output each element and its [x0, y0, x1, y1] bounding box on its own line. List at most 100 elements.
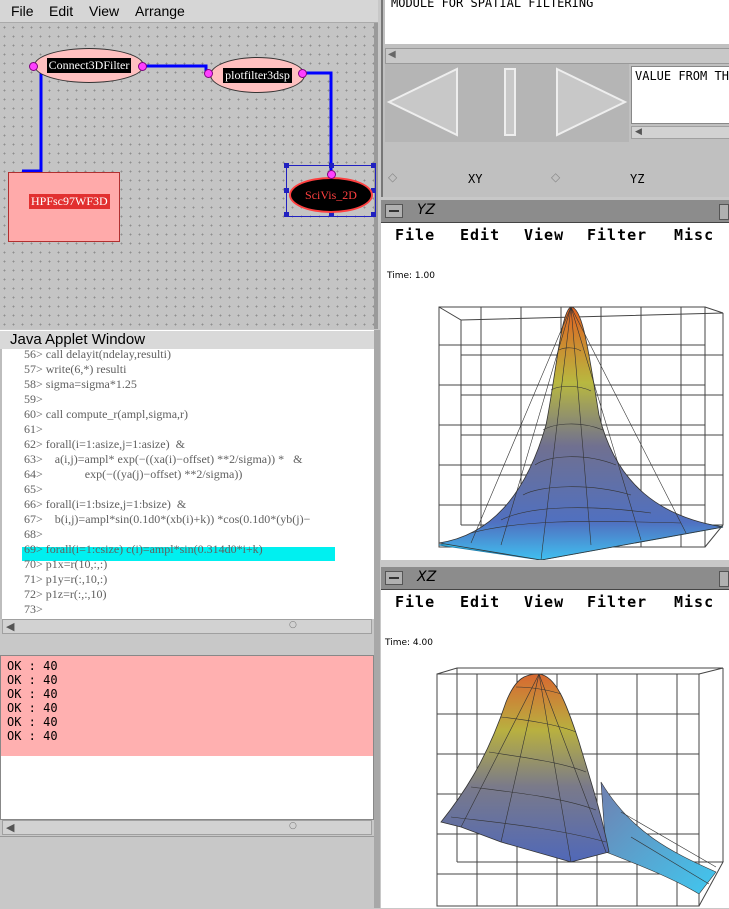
previous-arrow-icon[interactable]	[386, 67, 458, 137]
code-line: 60> call compute_r(ampl,sigma,r)	[24, 407, 189, 421]
value-field-text: VALUE FROM TH	[635, 69, 729, 83]
plot-yz-titlebar[interactable]: YZ	[381, 200, 729, 223]
connect3d-output-port[interactable]	[138, 62, 147, 71]
code-line: 57> write(6,*) resulti	[24, 362, 127, 376]
menu-file[interactable]: File	[11, 3, 34, 19]
scroll-left-icon[interactable]: ◀	[635, 127, 642, 137]
node-plotfilter3dsp-label: plotfilter3dsp	[223, 67, 292, 83]
surface-plot-yz[interactable]	[431, 295, 729, 560]
code-line: 70> p1x=r(10,:,:)	[24, 557, 108, 571]
plot-window-xz: XZ File Edit View Filter Misc Time: 4.00	[381, 567, 729, 908]
node-scivis-2d[interactable]: SciVis_2D	[289, 177, 373, 213]
log-line: OK : 40	[7, 729, 58, 743]
menu-edit[interactable]: Edit	[460, 226, 500, 244]
code-line: 61>	[24, 422, 43, 436]
menu-file[interactable]: File	[395, 593, 435, 611]
code-line: 67> b(i,j)=ampl*sin(0.1d0*(xb(i)+k)) *co…	[24, 512, 311, 526]
plot-window-yz: YZ File Edit View Filter Misc Time: 1.00	[381, 200, 729, 560]
menu-misc[interactable]: Misc	[674, 593, 714, 611]
node-connect3dfilter[interactable]: Connect3DFilter	[34, 48, 144, 83]
menu-filter[interactable]: Filter	[587, 593, 647, 611]
applet-window-title: Java Applet Window	[10, 331, 146, 348]
radio-xy-diamond-icon[interactable]: ◇	[388, 170, 397, 184]
plot-xz-title: XZ	[417, 569, 437, 585]
plotfilter-output-port[interactable]	[298, 69, 307, 78]
plot-xz-titlebar[interactable]: XZ	[381, 567, 729, 590]
minimize-button[interactable]	[385, 571, 403, 585]
code-line-highlighted: 69> forall(i=1:csize) c(i)=ampl*sin(0.31…	[24, 542, 263, 556]
selection-handle[interactable]	[329, 163, 334, 168]
radio-xy-label[interactable]: XY	[468, 172, 482, 186]
log-line: OK : 40	[7, 673, 58, 687]
radio-yz-label[interactable]: YZ	[630, 172, 644, 186]
code-line: 68>	[24, 527, 43, 541]
connection-plotfilter-scivis	[303, 71, 333, 173]
module-title-text: MODULE FOR SPATIAL FILTERING	[391, 0, 594, 10]
menu-arrange[interactable]: Arrange	[135, 3, 185, 19]
plot-xz-time-label: Time: 4.00	[385, 638, 433, 648]
module-title-field: MODULE FOR SPATIAL FILTERING	[385, 0, 729, 44]
menu-view[interactable]: View	[524, 593, 564, 611]
window-button[interactable]	[719, 571, 729, 587]
log-line: OK : 40	[7, 687, 58, 701]
navigation-controls	[385, 64, 629, 142]
pause-bar-icon[interactable]	[504, 68, 516, 136]
menu-misc[interactable]: Misc	[674, 226, 714, 244]
value-field[interactable]: VALUE FROM TH	[631, 66, 729, 124]
log-output[interactable]: OK : 40 OK : 40 OK : 40 OK : 40 OK : 40 …	[0, 655, 374, 820]
applet-bottom-area	[0, 836, 374, 909]
code-listing[interactable]: 56> call delayit(ndelay,resulti) 57> wri…	[0, 349, 376, 619]
next-arrow-icon[interactable]	[556, 67, 628, 137]
code-horizontal-scrollbar[interactable]: ◀ ○	[2, 619, 372, 634]
radio-yz-diamond-icon[interactable]: ◇	[551, 170, 560, 184]
code-line: 56> call delayit(ndelay,resulti)	[24, 349, 171, 361]
node-connect3dfilter-label: Connect3DFilter	[46, 58, 132, 73]
selection-handle[interactable]	[284, 212, 289, 217]
scroll-thumb-icon[interactable]: ○	[289, 821, 297, 831]
scroll-left-icon[interactable]: ◀	[6, 821, 14, 834]
code-line: 59>	[24, 392, 43, 406]
menu-file[interactable]: File	[395, 226, 435, 244]
node-hpfsc97wf3d[interactable]: HPFsc97WF3D	[8, 172, 120, 242]
plot-yz-menubar: File Edit View Filter Misc	[381, 223, 729, 245]
graph-editor-window: File Edit View Arrange Connect3DFilter p…	[0, 0, 378, 330]
node-plotfilter3dsp[interactable]: plotfilter3dsp	[210, 57, 305, 93]
plotfilter-input-port[interactable]	[204, 69, 213, 78]
scivis-input-port[interactable]	[327, 170, 336, 179]
surface-plot-xz[interactable]	[431, 662, 729, 908]
minimize-button[interactable]	[385, 204, 403, 218]
selection-handle[interactable]	[284, 163, 289, 168]
plot-yz-title: YZ	[417, 202, 436, 218]
scroll-left-icon[interactable]: ◀	[6, 620, 14, 633]
menu-view[interactable]: View	[89, 3, 119, 19]
code-line: 58> sigma=sigma*1.25	[24, 377, 137, 391]
value-horizontal-scrollbar[interactable]: ◀	[631, 126, 729, 139]
graph-menubar: File Edit View Arrange	[0, 0, 378, 23]
node-hpfsc97wf3d-label: HPFsc97WF3D	[29, 194, 110, 209]
connection-connect3d-hpf	[35, 66, 43, 173]
connection-connect3d-plotfilter	[145, 64, 208, 73]
node-scivis-2d-label: SciVis_2D	[303, 187, 359, 203]
selection-handle[interactable]	[371, 163, 376, 168]
code-line: 72> p1z=r(:,:,10)	[24, 587, 107, 601]
code-line: 71> p1y=r(:,10,:)	[24, 572, 108, 586]
connect3d-input-port[interactable]	[29, 62, 38, 71]
menu-edit[interactable]: Edit	[49, 3, 73, 19]
menu-filter[interactable]: Filter	[587, 226, 647, 244]
code-line: 64> exp(−((ya(j)−offset) **2/sigma))	[24, 467, 243, 481]
code-line: 73>	[24, 602, 43, 616]
code-log-gap	[2, 634, 372, 654]
scroll-left-icon[interactable]: ◀	[388, 49, 396, 60]
menu-view[interactable]: View	[524, 226, 564, 244]
selection-handle[interactable]	[371, 212, 376, 217]
scroll-thumb-icon[interactable]: ○	[289, 620, 297, 630]
log-line: OK : 40	[7, 659, 58, 673]
log-horizontal-scrollbar[interactable]: ◀ ○	[2, 820, 372, 835]
menu-edit[interactable]: Edit	[460, 593, 500, 611]
code-line: 66> forall(i=1:bsize,j=1:bsize) &	[24, 497, 187, 511]
log-line: OK : 40	[7, 701, 58, 715]
window-button[interactable]	[719, 204, 729, 220]
module-horizontal-scrollbar[interactable]: ◀	[385, 48, 729, 64]
plot-xz-menubar: File Edit View Filter Misc	[381, 590, 729, 612]
code-line: 65>	[24, 482, 43, 496]
